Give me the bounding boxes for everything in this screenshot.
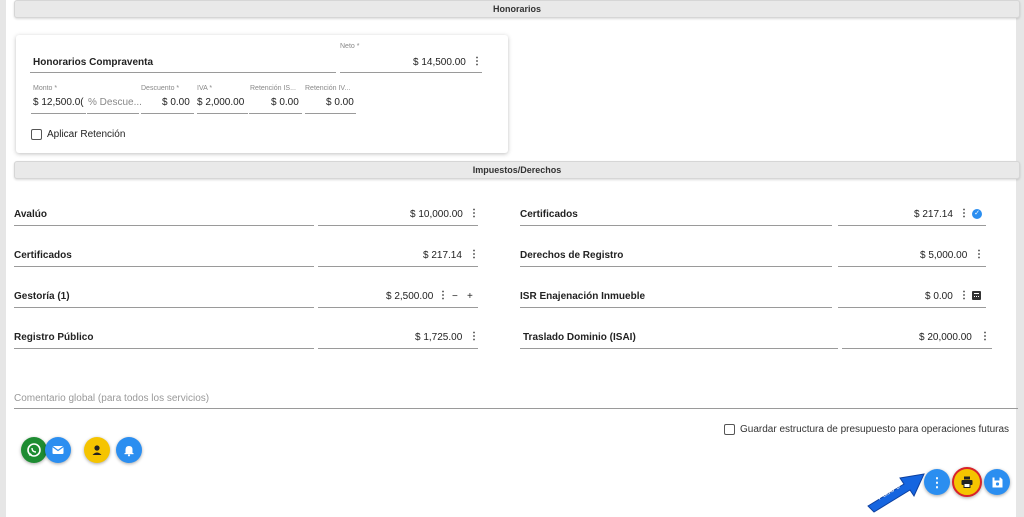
honorarios-section-header: Honorarios bbox=[14, 0, 1020, 18]
guardar-estructura-label: Guardar estructura de presupuesto para o… bbox=[740, 424, 1010, 435]
guardar-estructura-checkbox[interactable] bbox=[724, 424, 735, 435]
iva-input[interactable]: $ 2,000.00 bbox=[197, 97, 244, 108]
save-button[interactable] bbox=[984, 469, 1010, 495]
traslado-dominio-value[interactable]: $ 20,000.00 bbox=[919, 332, 972, 343]
email-icon bbox=[52, 446, 64, 454]
neto-options-icon[interactable]: ⋮ bbox=[472, 56, 482, 67]
more-vertical-icon: ⋮ bbox=[930, 474, 944, 490]
user-button[interactable] bbox=[84, 437, 110, 463]
gestoria-value[interactable]: $ 2,500.00 bbox=[386, 291, 433, 302]
derechos-registro-options-icon[interactable]: ⋮ bbox=[974, 249, 984, 260]
impuestos-section-header: Impuestos/Derechos bbox=[14, 161, 1020, 179]
comentario-global-input[interactable]: Comentario global (para todos los servic… bbox=[14, 393, 209, 404]
printer-icon bbox=[961, 476, 973, 488]
descuento-percent-input[interactable]: % Descue... bbox=[88, 97, 142, 108]
descuento-input[interactable]: $ 0.00 bbox=[162, 97, 190, 108]
derechos-registro-label: Derechos de Registro bbox=[520, 250, 624, 261]
gestoria-plus-button[interactable]: + bbox=[467, 291, 473, 302]
monto-input[interactable]: $ 12,500.0( bbox=[33, 97, 85, 108]
avaluo-value[interactable]: $ 10,000.00 bbox=[410, 209, 463, 220]
honorarios-card: Neto * Honorarios Compraventa $ 14,500.0… bbox=[16, 35, 508, 153]
print-button[interactable] bbox=[952, 467, 982, 497]
certificados-right-label: Certificados bbox=[520, 209, 578, 220]
registro-publico-label: Registro Público bbox=[14, 332, 94, 343]
traslado-dominio-options-icon[interactable]: ⋮ bbox=[980, 331, 990, 342]
gestoria-options-icon[interactable]: ⋮ bbox=[438, 290, 448, 301]
aplicar-retencion-checkbox[interactable] bbox=[31, 129, 42, 140]
avaluo-options-icon[interactable]: ⋮ bbox=[469, 208, 479, 219]
gestoria-label: Gestoría (1) bbox=[14, 291, 70, 302]
whatsapp-icon bbox=[27, 443, 41, 457]
retencion-isr-input[interactable]: $ 0.00 bbox=[271, 97, 299, 108]
budget-page: Honorarios Neto * Honorarios Compraventa… bbox=[0, 0, 1024, 517]
descuento-label: Descuento * bbox=[141, 85, 180, 92]
iva-label: IVA * bbox=[197, 85, 213, 92]
derechos-registro-value[interactable]: $ 5,000.00 bbox=[920, 250, 967, 261]
neto-value[interactable]: $ 14,500.00 bbox=[413, 57, 466, 68]
certificados-left-options-icon[interactable]: ⋮ bbox=[469, 249, 479, 260]
certificados-right-value[interactable]: $ 217.14 bbox=[914, 209, 953, 220]
user-icon bbox=[92, 445, 102, 455]
gestoria-minus-button[interactable]: − bbox=[452, 291, 458, 302]
retencion-isr-label: Retención IS... bbox=[250, 85, 296, 92]
calculator-icon[interactable] bbox=[972, 291, 981, 300]
isr-enajenacion-value[interactable]: $ 0.00 bbox=[925, 291, 953, 302]
retencion-iva-input[interactable]: $ 0.00 bbox=[326, 97, 354, 108]
notification-button[interactable] bbox=[116, 437, 142, 463]
honorarios-item-title: Honorarios Compraventa bbox=[33, 57, 154, 68]
aplicar-retencion-label: Aplicar Retención bbox=[47, 129, 126, 140]
registro-publico-value[interactable]: $ 1,725.00 bbox=[415, 332, 462, 343]
certificados-left-label: Certificados bbox=[14, 250, 72, 261]
isr-enajenacion-options-icon[interactable]: ⋮ bbox=[959, 290, 969, 301]
bell-icon bbox=[124, 446, 134, 457]
isr-enajenacion-label: ISR Enajenación Inmueble bbox=[520, 291, 646, 302]
neto-label: Neto * bbox=[340, 43, 360, 50]
traslado-dominio-label: Traslado Dominio (ISAI) bbox=[523, 332, 636, 343]
email-button[interactable] bbox=[45, 437, 71, 463]
retencion-iva-label: Retención IV... bbox=[305, 85, 351, 92]
avaluo-label: Avalúo bbox=[14, 209, 47, 220]
save-icon bbox=[992, 477, 1002, 487]
check-circle-icon: ✓ bbox=[972, 209, 982, 219]
whatsapp-button[interactable] bbox=[21, 437, 47, 463]
monto-label: Monto * bbox=[33, 85, 58, 92]
registro-publico-options-icon[interactable]: ⋮ bbox=[469, 331, 479, 342]
certificados-right-options-icon[interactable]: ⋮ bbox=[959, 208, 969, 219]
certificados-left-value[interactable]: $ 217.14 bbox=[423, 250, 462, 261]
